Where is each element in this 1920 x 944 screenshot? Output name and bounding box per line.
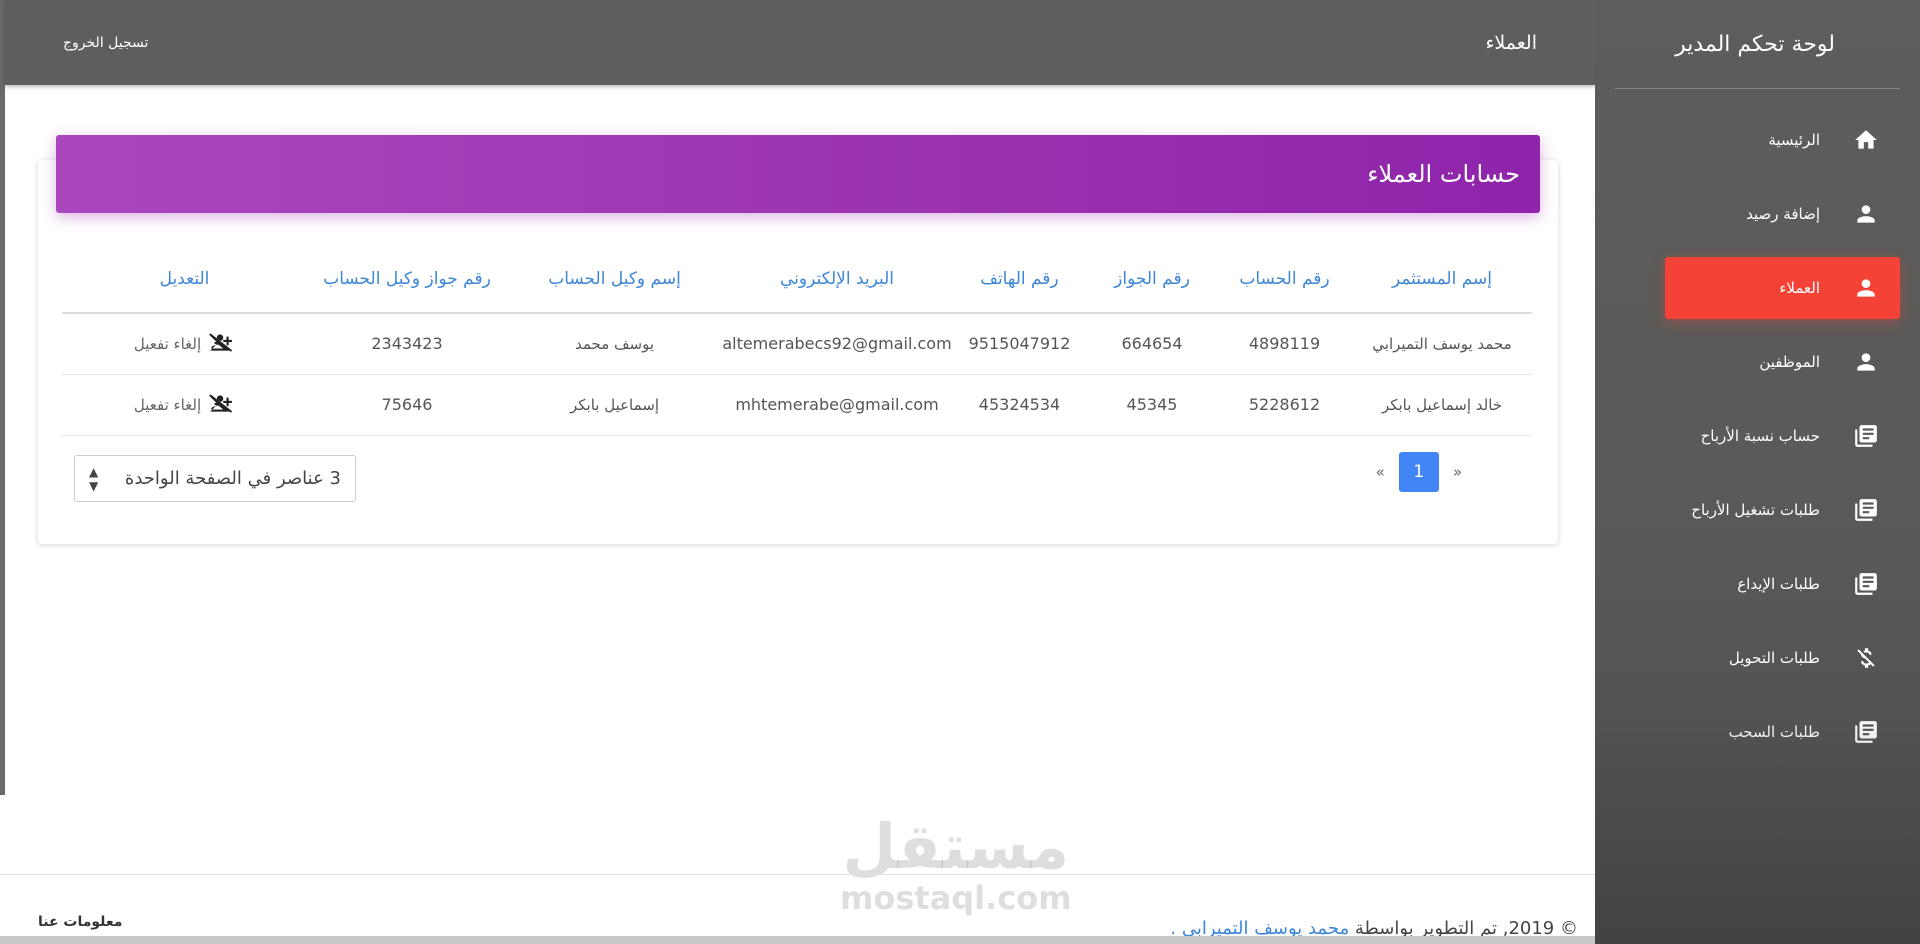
logout-link[interactable]: تسجيل الخروج <box>63 35 148 51</box>
home-icon <box>1852 126 1880 154</box>
library-books-icon <box>1852 422 1880 450</box>
about-link[interactable]: معلومات عنا <box>38 914 122 930</box>
card-title: حسابات العملاء <box>1367 160 1520 188</box>
account-number: 4898119 <box>1217 313 1352 375</box>
sidebar-item-label: طلبات الإيداع <box>1737 575 1820 593</box>
deactivate-label: إلغاء تفعيل <box>133 395 202 414</box>
page-title[interactable]: العملاء <box>1486 32 1538 54</box>
sidebar-item-profit-requests[interactable]: طلبات تشغيل الأرباح <box>1665 479 1900 541</box>
column-header[interactable]: البريد الإلكتروني <box>722 245 952 314</box>
sidebar-item-label: طلبات التحويل <box>1728 649 1820 667</box>
deactivate-button[interactable]: إلغاء تفعيل <box>134 390 235 420</box>
watermark-latin: mostaql.com <box>840 879 1072 917</box>
agent-name: إسماعيل بابكر <box>507 374 722 436</box>
deactivate-label: إلغاء تفعيل <box>133 334 202 353</box>
sidebar-item-label: الرئيسية <box>1768 131 1820 149</box>
sidebar-item-label: حساب نسبة الأرباح <box>1700 427 1820 445</box>
person-icon <box>1852 274 1880 302</box>
email: mhtemerabe@gmail.com <box>722 374 952 436</box>
pagination: « 1 » <box>1376 452 1462 492</box>
column-header[interactable]: إسم المستثمر <box>1352 245 1532 314</box>
library-books-icon <box>1852 496 1880 524</box>
agent-passport: 2343423 <box>307 313 507 375</box>
brand-title[interactable]: لوحة تحكم المدير <box>1595 0 1920 88</box>
sidebar-item-transfer-requests[interactable]: طلبات التحويل <box>1665 627 1900 689</box>
table-row: محمد يوسف التميرابي 4898119 664654 95150… <box>62 313 1532 375</box>
column-header[interactable]: إسم وكيل الحساب <box>507 245 722 314</box>
agent-passport: 75646 <box>307 374 507 436</box>
pagination-next[interactable]: » <box>1376 463 1385 481</box>
pagination-page-current[interactable]: 1 <box>1398 452 1439 492</box>
watermark: مستقل mostaql.com <box>840 810 1072 918</box>
person-icon <box>1852 200 1880 228</box>
person-add-disabled-icon <box>205 390 235 420</box>
investor-name: خالد إسماعيل بابكر <box>1352 374 1532 436</box>
sidebar-item-label: إضافة رصيد <box>1746 205 1820 223</box>
edit-cell: إلغاء تفعيل <box>62 374 307 436</box>
deactivate-button[interactable]: إلغاء تفعيل <box>134 329 235 359</box>
column-header[interactable]: رقم الجواز <box>1087 245 1217 314</box>
sidebar-item-withdraw-requests[interactable]: طلبات السحب <box>1665 701 1900 763</box>
sidebar-item-label: الموظفين <box>1759 353 1820 371</box>
sidebar-item-add-balance[interactable]: إضافة رصيد <box>1665 183 1900 245</box>
edit-cell: إلغاء تفعيل <box>62 313 307 375</box>
sort-caret-icon: ▲ ▼ <box>89 464 99 493</box>
library-books-icon <box>1852 570 1880 598</box>
top-navbar: العملاء تسجيل الخروج <box>5 0 1595 85</box>
sidebar-item-label: طلبات السحب <box>1728 723 1820 741</box>
person-icon <box>1852 348 1880 376</box>
column-header[interactable]: رقم الحساب <box>1217 245 1352 314</box>
watermark-arabic: مستقل <box>842 810 1070 883</box>
column-header[interactable]: رقم الهاتف <box>952 245 1087 314</box>
investor-name: محمد يوسف التميرابي <box>1352 313 1532 375</box>
agent-name: يوسف محمد <box>507 313 722 375</box>
per-page-select[interactable]: 3 عناصر في الصفحة الواحدة ▲ ▼ <box>74 455 356 502</box>
pagination-prev[interactable]: « <box>1453 463 1462 481</box>
phone-number: 45324534 <box>952 374 1087 436</box>
person-add-disabled-icon <box>205 329 235 359</box>
passport-number: 45345 <box>1087 374 1217 436</box>
per-page-value: 3 عناصر في الصفحة الواحدة <box>124 468 341 489</box>
sidebar-item-clients[interactable]: العملاء <box>1665 257 1900 319</box>
phone-number: 9515047912 <box>952 313 1087 375</box>
clients-card: حسابات العملاء إسم المستثمر رقم الحساب ر… <box>38 135 1558 544</box>
card-header: حسابات العملاء <box>56 135 1540 213</box>
money-off-icon <box>1852 644 1880 672</box>
sidebar-item-label: العملاء <box>1779 279 1820 297</box>
sidebar-item-profit-calc[interactable]: حساب نسبة الأرباح <box>1665 405 1900 467</box>
sidebar-item-employees[interactable]: الموظفين <box>1665 331 1900 393</box>
horizontal-scrollbar[interactable] <box>0 936 1595 944</box>
sidebar-item-deposit-requests[interactable]: طلبات الإيداع <box>1665 553 1900 615</box>
column-header[interactable]: التعديل <box>62 245 307 314</box>
left-edge-bar <box>0 0 5 795</box>
sidebar: لوحة تحكم المدير الرئيسية إضافة رصيد الع… <box>1595 0 1920 944</box>
table-header-row: إسم المستثمر رقم الحساب رقم الجواز رقم ا… <box>62 245 1532 314</box>
table-row: خالد إسماعيل بابكر 5228612 45345 4532453… <box>62 374 1532 436</box>
passport-number: 664654 <box>1087 313 1217 375</box>
footer-divider <box>0 874 1595 875</box>
sidebar-nav: الرئيسية إضافة رصيد العملاء الموظفين حسا… <box>1595 89 1920 763</box>
clients-table: إسم المستثمر رقم الحساب رقم الجواز رقم ا… <box>62 245 1532 436</box>
account-number: 5228612 <box>1217 374 1352 436</box>
sidebar-item-label: طلبات تشغيل الأرباح <box>1691 501 1820 519</box>
sidebar-item-home[interactable]: الرئيسية <box>1665 109 1900 171</box>
library-books-icon <box>1852 718 1880 746</box>
column-header[interactable]: رقم جواز وكيل الحساب <box>307 245 507 314</box>
email: altemerabecs92@gmail.com <box>722 313 952 375</box>
